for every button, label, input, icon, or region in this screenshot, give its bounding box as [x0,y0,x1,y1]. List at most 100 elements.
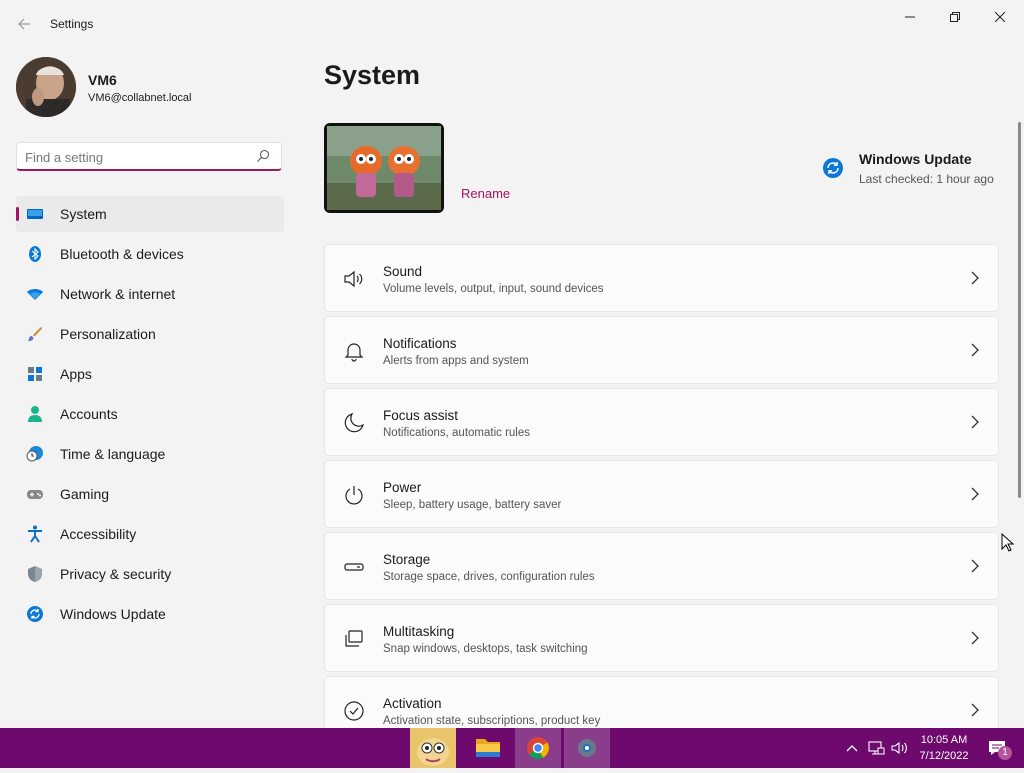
search-box [16,142,282,171]
card-focus-assist[interactable]: Focus assist Notifications, automatic ru… [324,388,999,456]
search-icon[interactable] [255,148,271,164]
taskbar-app-settings[interactable] [564,728,610,768]
sidebar-item-label: System [60,206,107,222]
taskbar: 10:05 AM 7/12/2022 1 [0,728,1024,768]
bluetooth-icon [29,246,41,262]
chevron-up-icon[interactable] [842,738,862,758]
taskbar-app-chrome[interactable] [515,728,561,768]
card-power[interactable]: Power Sleep, battery usage, battery save… [324,460,999,528]
chevron-right-icon [971,703,979,717]
card-title: Storage [383,552,431,567]
title-bar: Settings [0,0,1024,48]
monitor-icon [27,209,43,219]
sidebar-item-accessibility[interactable]: Accessibility [16,516,284,552]
check-circle-icon [344,701,364,721]
card-subtitle: Volume levels, output, input, sound devi… [383,283,604,295]
folder-icon [476,739,500,757]
close-button[interactable] [977,6,1023,28]
chevron-right-icon [971,415,979,429]
card-title: Notifications [383,336,457,351]
close-icon [994,11,1006,23]
app-title: Settings [50,17,94,31]
chevron-right-icon [971,343,979,357]
clock-date: 7/12/2022 [919,750,969,762]
card-subtitle: Activation state, subscriptions, product… [383,715,601,727]
sidebar-item-network[interactable]: Network & internet [16,276,284,312]
chevron-right-icon [971,559,979,573]
sidebar-item-label: Time & language [60,446,166,462]
scrollbar-thumb[interactable] [1018,122,1021,498]
card-title: Activation [383,696,442,711]
user-email: VM6@collabnet.local [88,92,192,104]
card-multitasking[interactable]: Multitasking Snap windows, desktops, tas… [324,604,999,672]
back-button[interactable] [14,14,34,34]
card-sound[interactable]: Sound Volume levels, output, input, soun… [324,244,999,312]
taskbar-app-file-explorer[interactable] [465,728,511,768]
device-image [324,123,444,213]
chrome-icon [527,737,549,759]
sidebar-item-label: Personalization [60,326,156,342]
search-input[interactable] [25,148,245,166]
sidebar-item-accounts[interactable]: Accounts [16,396,284,432]
sidebar-item-label: Gaming [60,486,110,502]
multitask-icon [345,630,363,647]
card-notifications[interactable]: Notifications Alerts from apps and syste… [324,316,999,384]
card-storage[interactable]: Storage Storage space, drives, configura… [324,532,999,600]
sidebar-item-label: Network & internet [60,286,176,302]
sidebar-item-system[interactable]: System [16,196,284,232]
sidebar-item-personalization[interactable]: Personalization [16,316,284,352]
windows-update-title[interactable]: Windows Update [859,151,972,167]
person-icon [28,406,42,422]
sidebar-item-windows-update[interactable]: Windows Update [16,596,284,632]
speaker-icon [344,270,363,288]
active-indicator [16,207,19,221]
device-wallpaper-thumbnail [327,126,441,210]
minimize-button[interactable] [887,6,933,28]
moon-icon [344,413,364,433]
apps-icon [28,367,42,381]
sidebar-item-bluetooth[interactable]: Bluetooth & devices [16,236,284,272]
avatar-photo [16,57,76,117]
card-title: Multitasking [383,624,455,639]
card-title: Focus assist [383,408,459,423]
gear-icon [578,739,596,757]
chevron-right-icon [971,631,979,645]
taskbar-app-cartoon[interactable] [410,728,456,768]
card-activation[interactable]: Activation Activation state, subscriptio… [324,676,999,728]
windows-update-icon[interactable] [822,157,844,179]
card-subtitle: Alerts from apps and system [383,355,529,367]
taskbar-clock[interactable]: 10:05 AM 7/12/2022 [912,732,976,764]
chevron-right-icon [971,487,979,501]
notification-badge: 1 [998,746,1012,760]
card-subtitle: Notifications, automatic rules [383,427,531,439]
network-icon[interactable] [866,738,886,758]
sidebar-item-apps[interactable]: Apps [16,356,284,392]
card-subtitle: Sleep, battery usage, battery saver [383,499,562,511]
sidebar-item-time-language[interactable]: Time & language [16,436,284,472]
sidebar-item-label: Windows Update [60,606,166,622]
chevron-right-icon [971,271,979,285]
wifi-icon [27,289,43,300]
avatar[interactable] [16,57,76,117]
volume-icon[interactable] [890,738,910,758]
page-title: System [324,60,421,90]
sidebar-item-label: Apps [60,366,92,382]
sidebar-nav: System Bluetooth & devices Network & int… [16,196,284,636]
card-subtitle: Storage space, drives, configuration rul… [383,571,595,583]
sidebar-item-label: Bluetooth & devices [60,246,184,262]
rename-link[interactable]: Rename [461,186,510,201]
accessibility-icon [28,525,42,543]
mouse-cursor-icon [1001,533,1015,552]
notification-center-button[interactable]: 1 [985,736,1013,760]
arrow-left-icon [18,18,30,30]
card-subtitle: Snap windows, desktops, task switching [383,643,588,655]
card-title: Power [383,480,422,495]
maximize-button[interactable] [932,6,978,28]
sidebar-item-privacy-security[interactable]: Privacy & security [16,556,284,592]
sidebar-item-gaming[interactable]: Gaming [16,476,284,512]
sidebar-item-label: Accounts [60,406,118,422]
card-title: Sound [383,264,423,279]
update-icon [27,606,43,622]
globe-clock-icon [26,446,43,462]
sidebar-item-label: Privacy & security [60,566,172,582]
